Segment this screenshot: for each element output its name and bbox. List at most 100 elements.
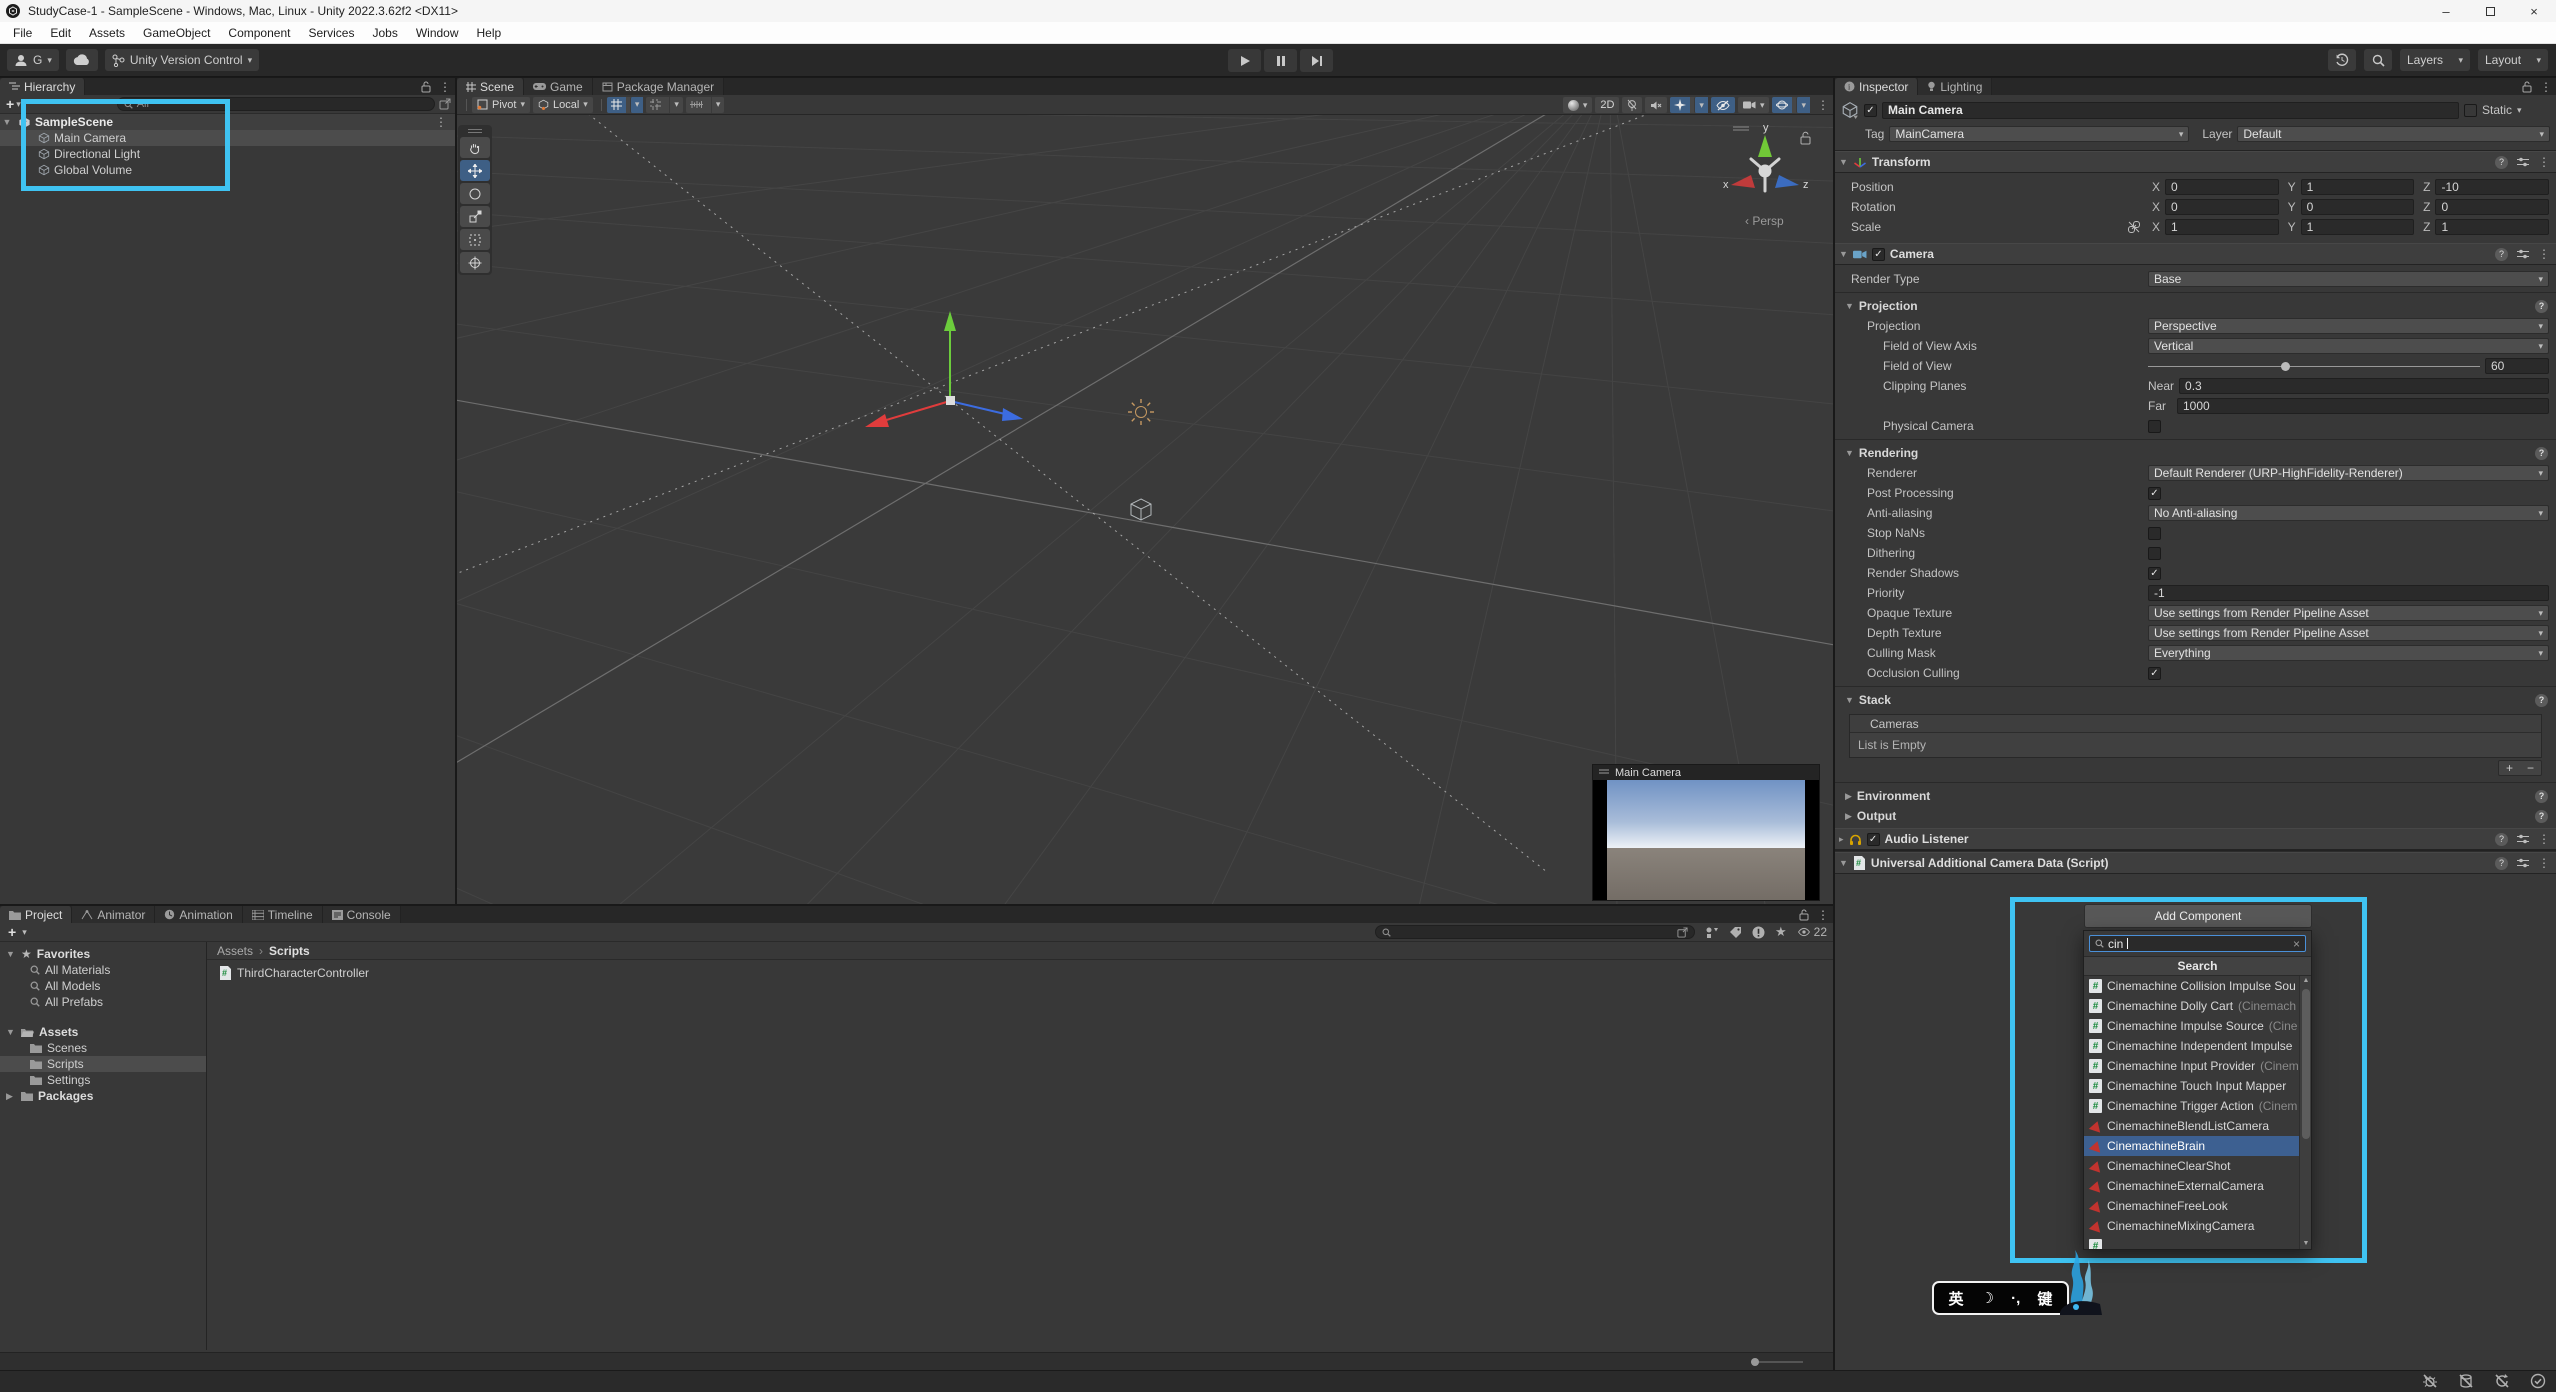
- stack-add-button[interactable]: +: [2506, 761, 2513, 775]
- output-section-header[interactable]: ▶Output?: [1835, 806, 2556, 826]
- menu-item[interactable]: Jobs: [363, 26, 406, 40]
- tab-package-manager[interactable]: Package Manager: [593, 78, 724, 95]
- scroll-down-icon[interactable]: ▼: [2300, 1239, 2311, 1249]
- favorites-item[interactable]: All Models: [0, 978, 206, 994]
- cache-server-disabled-icon[interactable]: [2458, 1373, 2474, 1389]
- snap-settings-toggle[interactable]: ▾: [686, 97, 725, 113]
- thumbnail-size-slider[interactable]: [1751, 1361, 1803, 1363]
- effects-dropdown-icon[interactable]: ▾: [1694, 97, 1708, 113]
- maximize-button[interactable]: [2468, 0, 2512, 22]
- menu-item[interactable]: Edit: [41, 26, 80, 40]
- rotation-y-field[interactable]: 0: [2301, 199, 2415, 215]
- panel-menu-icon[interactable]: ⋮: [439, 80, 451, 94]
- transform-header[interactable]: ▼ Transform ? ⋮: [1835, 151, 2556, 173]
- position-z-field[interactable]: -10: [2435, 179, 2549, 195]
- breadcrumb-root[interactable]: Assets: [217, 944, 253, 958]
- hand-tool[interactable]: [460, 137, 490, 158]
- component-list-item[interactable]: Cinemachine Input Provider (Cinem: [2084, 1056, 2299, 1076]
- component-list-item[interactable]: Cinemachine Dolly Cart (Cinemach: [2084, 996, 2299, 1016]
- occlusion-culling-checkbox[interactable]: ✓: [2148, 667, 2161, 680]
- audio-listener-checkbox[interactable]: ✓: [1867, 833, 1880, 846]
- tab-console[interactable]: Console: [323, 906, 401, 923]
- tag-dropdown[interactable]: MainCamera▾: [1889, 126, 2189, 142]
- close-button[interactable]: ×: [2512, 0, 2556, 22]
- component-list-item[interactable]: Cinemachine Trigger Action (Cinem: [2084, 1096, 2299, 1116]
- preset-icon[interactable]: [2517, 249, 2529, 259]
- layout-dropdown[interactable]: Layout▾: [2478, 49, 2548, 71]
- rendering-section-header[interactable]: ▼Rendering?: [1835, 443, 2556, 463]
- favorites-item[interactable]: All Prefabs: [0, 994, 206, 1010]
- anti-aliasing-dropdown[interactable]: No Anti-aliasing▾: [2148, 505, 2549, 521]
- position-x-field[interactable]: 0: [2165, 179, 2279, 195]
- static-checkbox[interactable]: [2464, 104, 2477, 117]
- progress-ok-icon[interactable]: [2530, 1373, 2546, 1389]
- rotate-tool[interactable]: [460, 183, 490, 204]
- opaque-texture-dropdown[interactable]: Use settings from Render Pipeline Asset▾: [2148, 605, 2549, 621]
- move-tool[interactable]: [460, 160, 490, 181]
- increment-snap-dropdown-icon[interactable]: ▾: [669, 97, 683, 113]
- tab-animation[interactable]: Animation: [155, 906, 242, 923]
- rotation-x-field[interactable]: 0: [2165, 199, 2279, 215]
- component-list-item[interactable]: CinemachineExternalCamera: [2084, 1176, 2299, 1196]
- component-list-item[interactable]: CinemachineBrain: [2084, 1136, 2299, 1156]
- panel-menu-icon[interactable]: ⋮: [2540, 80, 2552, 94]
- camera-enabled-checkbox[interactable]: ✓: [1872, 248, 1885, 261]
- projection-dropdown[interactable]: Perspective▾: [2148, 318, 2549, 334]
- pivot-dropdown[interactable]: Pivot▾: [472, 97, 530, 113]
- ime-segment[interactable]: 英: [1949, 1288, 1964, 1309]
- toolstrip-grip[interactable]: [460, 127, 490, 135]
- component-menu-icon[interactable]: ⋮: [2538, 832, 2550, 846]
- lighting-toggle[interactable]: [1622, 97, 1642, 113]
- help-icon[interactable]: ?: [2535, 447, 2548, 460]
- component-search-input[interactable]: cin ×: [2089, 935, 2306, 952]
- favorites-star-icon[interactable]: ★: [1775, 924, 1787, 940]
- near-field[interactable]: 0.3: [2179, 378, 2549, 394]
- depth-texture-dropdown[interactable]: Use settings from Render Pipeline Asset▾: [2148, 625, 2549, 641]
- dithering-checkbox[interactable]: [2148, 547, 2161, 560]
- tab-project[interactable]: Project: [0, 906, 72, 923]
- render-shadows-checkbox[interactable]: ✓: [2148, 567, 2161, 580]
- component-list-item[interactable]: Cinemachine Impulse Source (Cine: [2084, 1016, 2299, 1036]
- snap-settings-dropdown-icon[interactable]: ▾: [711, 97, 725, 113]
- help-icon[interactable]: ?: [2535, 300, 2548, 313]
- file-item[interactable]: # ThirdCharacterController: [207, 960, 1833, 980]
- preset-icon[interactable]: [2517, 858, 2529, 868]
- ime-segment[interactable]: ☽: [1981, 1289, 1994, 1307]
- help-icon[interactable]: ?: [2495, 833, 2508, 846]
- component-list-item[interactable]: CinemachineFreeLook: [2084, 1196, 2299, 1216]
- scale-tool[interactable]: [460, 206, 490, 227]
- render-type-dropdown[interactable]: Base▾: [2148, 271, 2549, 287]
- step-button[interactable]: [1300, 49, 1333, 72]
- static-dropdown-icon[interactable]: ▾: [2517, 105, 2522, 116]
- far-field[interactable]: 1000: [2177, 398, 2549, 414]
- grid-snap-toggle[interactable]: ▾: [607, 97, 644, 113]
- camera-header[interactable]: ▼ ✓ Camera ? ⋮: [1835, 243, 2556, 265]
- link-scale-icon[interactable]: [2127, 220, 2141, 234]
- menu-item[interactable]: Services: [299, 26, 363, 40]
- auto-refresh-disabled-icon[interactable]: [2494, 1373, 2510, 1389]
- menu-item[interactable]: File: [4, 26, 41, 40]
- help-icon[interactable]: ?: [2535, 810, 2548, 823]
- projection-section-header[interactable]: ▼Projection?: [1835, 296, 2556, 316]
- help-icon[interactable]: ?: [2495, 156, 2508, 169]
- pause-button[interactable]: [1264, 49, 1297, 72]
- stop-nans-checkbox[interactable]: [2148, 527, 2161, 540]
- fov-slider[interactable]: [2148, 359, 2480, 373]
- tab-hierarchy[interactable]: Hierarchy: [0, 78, 85, 95]
- component-list-item[interactable]: CinemachineBlendListCamera: [2084, 1116, 2299, 1136]
- create-asset-button[interactable]: +: [8, 924, 16, 940]
- renderer-dropdown[interactable]: Default Renderer (URP-HighFidelity-Rende…: [2148, 465, 2549, 481]
- menu-item[interactable]: GameObject: [134, 26, 219, 40]
- scene-menu-icon[interactable]: ⋮: [435, 115, 447, 129]
- component-list-item[interactable]: Cinemachine Independent Impulse: [2084, 1036, 2299, 1056]
- scrollbar-thumb[interactable]: [2302, 989, 2310, 1139]
- help-icon[interactable]: ?: [2495, 248, 2508, 261]
- tab-lighting[interactable]: Lighting: [1918, 78, 1992, 95]
- play-button[interactable]: [1228, 49, 1261, 72]
- component-menu-icon[interactable]: ⋮: [2538, 155, 2550, 169]
- project-search-input[interactable]: [1375, 925, 1695, 939]
- preset-icon[interactable]: [2517, 834, 2529, 844]
- ime-segment[interactable]: ·,: [2011, 1290, 2020, 1307]
- local-dropdown[interactable]: Local▾: [533, 97, 593, 113]
- transform-tool[interactable]: [460, 252, 490, 273]
